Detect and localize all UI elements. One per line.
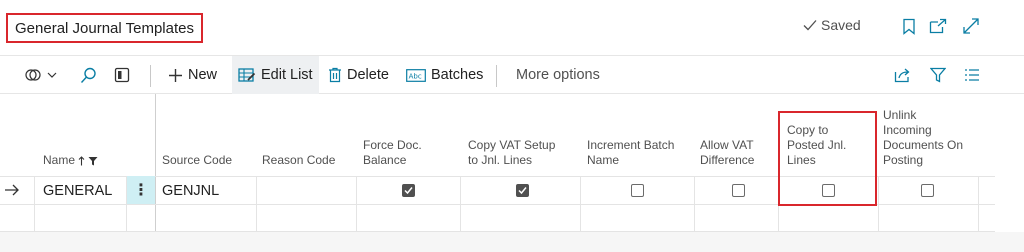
column-header-unlink-incoming-documents[interactable]: Unlink Incoming Documents On Posting xyxy=(883,108,963,168)
share-button[interactable] xyxy=(894,56,911,94)
row-actions-menu-button[interactable]: ⋮ xyxy=(127,176,155,204)
column-header-force-doc-balance[interactable]: Force Doc. Balance xyxy=(363,138,422,168)
new-label: New xyxy=(188,67,218,83)
checkmark-icon xyxy=(803,20,817,31)
checkmark-icon xyxy=(518,187,527,195)
delete-label: Delete xyxy=(347,67,389,83)
action-bar: New Edit List Delete Abc Batches More op… xyxy=(0,56,1024,94)
table-row-name[interactable]: GENERAL xyxy=(43,183,112,199)
share-icon xyxy=(894,68,910,83)
toolbar-divider xyxy=(150,65,151,87)
filter-pane-button[interactable] xyxy=(114,56,130,94)
column-header-copy-vat-setup[interactable]: Copy VAT Setup to Jnl. Lines xyxy=(468,138,555,168)
new-button[interactable]: New xyxy=(168,56,217,94)
copy-vat-setup-checkbox[interactable] xyxy=(516,184,529,197)
column-header-allow-vat-difference[interactable]: Allow VAT Difference xyxy=(700,138,754,168)
column-header-name[interactable]: Name xyxy=(43,153,98,168)
sort-ascending-icon xyxy=(78,155,85,165)
grid-divider xyxy=(155,94,156,232)
page-header: General Journal Templates Saved xyxy=(0,0,1024,56)
grid-footer-area xyxy=(0,232,1024,252)
edit-list-button[interactable]: Edit List xyxy=(232,56,319,94)
more-options-label: More options xyxy=(516,67,600,83)
column-header-line: Force Doc. xyxy=(363,138,422,152)
copilot-menu-button[interactable] xyxy=(24,56,57,94)
batches-icon: Abc xyxy=(406,68,426,82)
trash-icon xyxy=(329,67,341,83)
saved-label: Saved xyxy=(821,17,861,33)
batches-button[interactable]: Abc Batches xyxy=(406,56,483,94)
column-header-line: Unlink xyxy=(883,108,917,122)
page-title: General Journal Templates xyxy=(6,13,203,43)
search-button[interactable] xyxy=(80,56,97,94)
column-header-reason-code-label: Reason Code xyxy=(262,153,336,167)
open-new-window-icon[interactable] xyxy=(929,17,947,35)
force-doc-balance-checkbox[interactable] xyxy=(402,184,415,197)
allow-vat-difference-checkbox[interactable] xyxy=(732,184,745,197)
edit-list-icon xyxy=(238,68,256,82)
column-header-line: Balance xyxy=(363,153,407,167)
column-header-increment-batch-name[interactable]: Increment Batch Name xyxy=(587,138,674,168)
plus-icon xyxy=(169,68,182,82)
delete-button[interactable]: Delete xyxy=(328,56,389,94)
checkmark-icon xyxy=(404,187,413,195)
highlight-annotation xyxy=(778,111,877,206)
column-header-line: Allow VAT xyxy=(700,138,754,152)
unlink-incoming-documents-checkbox[interactable] xyxy=(921,184,934,197)
edit-list-label: Edit List xyxy=(261,67,313,83)
column-header-reason-code[interactable]: Reason Code xyxy=(262,153,335,168)
bookmark-icon[interactable] xyxy=(900,17,918,35)
filter-pane-icon xyxy=(114,67,130,83)
table-row-source-code[interactable]: GENJNL xyxy=(162,183,219,199)
more-options-button[interactable]: More options xyxy=(516,56,600,94)
chevron-down-icon xyxy=(47,72,57,78)
current-row-arrow-icon xyxy=(5,184,19,196)
batches-label: Batches xyxy=(431,67,484,83)
column-header-line: Difference xyxy=(700,153,755,167)
column-header-source-code-label: Source Code xyxy=(162,153,233,167)
column-header-line: Copy VAT Setup xyxy=(468,138,556,152)
filter-applied-icon xyxy=(88,156,98,165)
column-header-line: Increment Batch xyxy=(587,138,675,152)
column-header-line: Documents On xyxy=(883,138,964,152)
column-header-line: Posting xyxy=(883,153,924,167)
toolbar-divider xyxy=(496,65,497,87)
page-title-text: General Journal Templates xyxy=(15,19,194,37)
column-header-source-code[interactable]: Source Code xyxy=(162,153,232,168)
column-header-line: Name xyxy=(587,153,620,167)
column-header-name-label: Name xyxy=(43,153,76,167)
expand-icon[interactable] xyxy=(962,17,980,35)
list-view-button[interactable] xyxy=(964,56,980,94)
column-header-line: Incoming xyxy=(883,123,932,137)
list-view-icon xyxy=(965,69,979,81)
increment-batch-name-checkbox[interactable] xyxy=(631,184,644,197)
filter-icon xyxy=(930,67,946,83)
search-icon xyxy=(80,67,96,83)
column-header-line: to Jnl. Lines xyxy=(468,153,533,167)
copilot-icon xyxy=(25,69,41,81)
filter-button[interactable] xyxy=(930,56,946,94)
saved-status: Saved xyxy=(802,17,861,33)
svg-text:Abc: Abc xyxy=(409,72,422,80)
